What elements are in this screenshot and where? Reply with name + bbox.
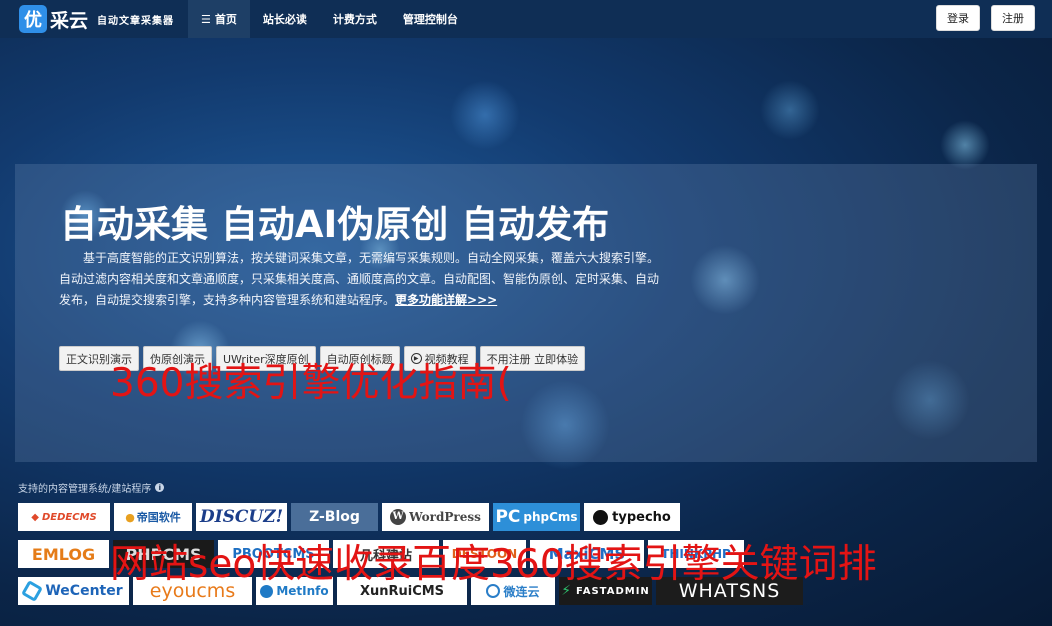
- cms-label-text: 支持的内容管理系统/建站程序: [18, 484, 152, 495]
- logo-name: 采云: [50, 9, 89, 32]
- cms-logo-discuz[interactable]: DISCUZ!: [196, 503, 287, 531]
- top-navbar: 优 采云 自动文章采集器 ☰ 首页 站长必读 计费方式 管理控制台 登录 注册: [0, 0, 1052, 38]
- auth-buttons: 登录 注册: [936, 5, 1035, 31]
- list-icon: ☰: [201, 12, 211, 26]
- nav-item-console[interactable]: 管理控制台: [390, 0, 471, 38]
- bokeh-light: [760, 80, 820, 140]
- cms-logo-empire[interactable]: ● 帝国软件: [114, 503, 192, 531]
- more-features-link[interactable]: 更多功能详解>>>: [395, 293, 497, 307]
- hero-panel: 自动采集 自动AI伪原创 自动发布 基于高度智能的正文识别算法，按关键词采集文章…: [15, 164, 1037, 462]
- overlay-text-1: 360搜索引擎优化指南(: [110, 361, 512, 406]
- logo-mark: 优: [19, 5, 47, 33]
- overlay-text-2: 网站seo快速收录百度360搜索引擎关键词排: [110, 542, 877, 587]
- site-logo[interactable]: 优 采云 自动文章采集器: [19, 0, 174, 38]
- hero-description-text: 基于高度智能的正文识别算法，按关键词采集文章，无需编写采集规则。自动全网采集，覆…: [59, 251, 660, 307]
- cms-logo-emlog[interactable]: EMLOG: [18, 540, 109, 568]
- nav-item-must-read[interactable]: 站长必读: [250, 0, 320, 38]
- hero-description: 基于高度智能的正文识别算法，按关键词采集文章，无需编写采集规则。自动全网采集，覆…: [59, 248, 659, 311]
- logo-subtitle: 自动文章采集器: [97, 15, 175, 27]
- cms-section-label: 支持的内容管理系统/建站程序 i: [18, 480, 165, 495]
- nav-item-label: 计费方式: [332, 13, 377, 26]
- main-nav: ☰ 首页 站长必读 计费方式 管理控制台: [188, 0, 471, 38]
- cms-logo-dedecms[interactable]: ◆ DEDECMS: [18, 503, 110, 531]
- nav-item-home[interactable]: ☰ 首页: [188, 0, 250, 38]
- nav-item-label: 首页: [214, 13, 237, 26]
- nav-item-label: 站长必读: [262, 13, 307, 26]
- cms-logo-phpcms[interactable]: PC phpCms: [493, 503, 580, 531]
- info-icon: i: [155, 483, 165, 492]
- cms-logo-wordpress[interactable]: W WordPress: [382, 503, 489, 531]
- cms-logo-typecho[interactable]: typecho: [584, 503, 680, 531]
- register-button[interactable]: 注册: [991, 5, 1035, 31]
- login-button[interactable]: 登录: [936, 5, 980, 31]
- cms-logo-zblog[interactable]: Z-Blog: [291, 503, 378, 531]
- bokeh-light: [940, 120, 990, 170]
- cms-logo-row: ◆ DEDECMS ● 帝国软件 DISCUZ! Z-Blog W WordPress…: [18, 503, 680, 531]
- bokeh-light: [450, 80, 520, 150]
- nav-item-pricing[interactable]: 计费方式: [320, 0, 390, 38]
- hero-title: 自动采集 自动AI伪原创 自动发布: [60, 203, 610, 246]
- nav-item-label: 管理控制台: [402, 13, 458, 26]
